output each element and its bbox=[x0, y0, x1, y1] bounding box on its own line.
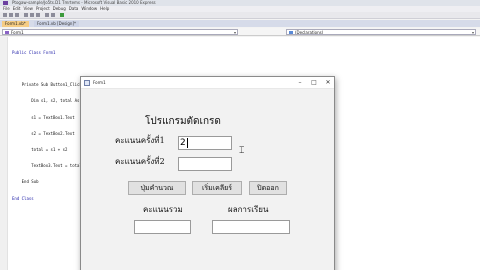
undo-icon[interactable] bbox=[45, 13, 49, 17]
text-caret bbox=[186, 137, 188, 148]
grade-result-output[interactable] bbox=[212, 220, 290, 234]
save-icon[interactable] bbox=[15, 13, 19, 17]
open-icon[interactable] bbox=[9, 13, 13, 17]
paste-icon[interactable] bbox=[36, 13, 40, 17]
editor-gutter bbox=[0, 37, 8, 270]
score2-input[interactable] bbox=[178, 157, 232, 171]
visual-studio-icon bbox=[3, 1, 8, 5]
tab-form1-code[interactable]: Form1.vb* bbox=[2, 21, 29, 27]
class-icon bbox=[5, 31, 9, 34]
method-name-value: (Declarations) bbox=[295, 30, 324, 35]
i-beam-cursor-icon: ⌶ bbox=[239, 146, 245, 156]
form1-title-bar[interactable]: Form1 – □ ✕ bbox=[81, 77, 334, 89]
clear-button[interactable]: เริ่มเคลียร์ bbox=[192, 181, 242, 195]
ide-toolbar bbox=[0, 12, 480, 19]
total-score-label: คะแนนรวม bbox=[143, 205, 183, 214]
form-icon bbox=[84, 80, 90, 86]
tab-form1-design[interactable]: Form1.vb [Design]* bbox=[34, 21, 80, 27]
close-button[interactable]: ✕ bbox=[321, 77, 335, 89]
grade-result-label: ผลการเรียน bbox=[228, 205, 269, 214]
total-score-output[interactable] bbox=[134, 220, 191, 234]
form1-window: Form1 – □ ✕ โปรแกรมตัดเกรด คะแนนครั้งที่… bbox=[80, 76, 335, 270]
code-line: Public Class Form1 bbox=[12, 49, 56, 55]
copy-icon[interactable] bbox=[30, 13, 34, 17]
chevron-down-icon: ▾ bbox=[471, 30, 474, 35]
document-tabs: Form1.vb* Form1.vb [Design]* bbox=[0, 20, 480, 27]
maximize-button[interactable]: □ bbox=[307, 77, 321, 89]
ide-title-text: Ptogaw-sample/Jo5ts.D1 Tmrtems - Microso… bbox=[12, 0, 156, 5]
minimize-button[interactable]: – bbox=[293, 77, 307, 89]
chevron-down-icon: ▾ bbox=[233, 30, 236, 35]
class-name-value: Form1 bbox=[11, 30, 24, 35]
form1-client-area: โปรแกรมตัดเกรด คะแนนครั้งที่1 2 ⌶ คะแนนค… bbox=[81, 89, 334, 270]
score1-input-value: 2 bbox=[180, 138, 186, 148]
code-navigation-bar: Form1 ▾ (Declarations) ▾ bbox=[0, 28, 480, 36]
exit-button[interactable]: ปิดออก bbox=[249, 181, 287, 195]
class-name-dropdown[interactable]: Form1 ▾ bbox=[2, 29, 238, 35]
new-project-icon[interactable] bbox=[3, 13, 7, 17]
method-icon bbox=[289, 31, 293, 34]
score1-label: คะแนนครั้งที่1 bbox=[115, 136, 165, 145]
start-debugging-icon[interactable] bbox=[60, 13, 64, 17]
cut-icon[interactable] bbox=[24, 13, 28, 17]
calculate-button[interactable]: ปุ่มคำนวณ bbox=[128, 181, 186, 195]
score1-input[interactable]: 2 bbox=[178, 136, 232, 150]
score2-label: คะแนนครั้งที่2 bbox=[115, 157, 165, 166]
program-heading: โปรแกรมตัดเกรด bbox=[145, 116, 221, 127]
redo-icon[interactable] bbox=[51, 13, 55, 17]
form1-title: Form1 bbox=[93, 80, 106, 85]
method-name-dropdown[interactable]: (Declarations) ▾ bbox=[286, 29, 476, 35]
